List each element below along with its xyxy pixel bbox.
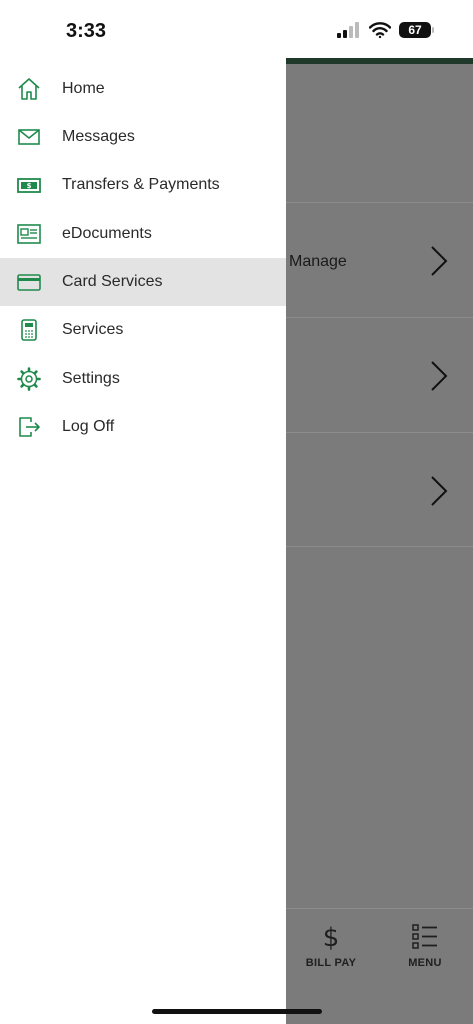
header-accent-bar: [286, 58, 473, 64]
status-icons: 67: [337, 22, 434, 38]
status-time: 3:33: [66, 20, 107, 42]
chevron-right-icon: [431, 361, 448, 391]
background-row[interactable]: [286, 432, 473, 547]
credit-card-icon: [17, 274, 41, 291]
menu-item-label: Transfers & Payments: [62, 176, 220, 193]
menu-item-messages[interactable]: Messages: [0, 113, 286, 161]
menu-item-label: Home: [62, 80, 105, 97]
gear-icon: [17, 367, 41, 391]
menu-item-home[interactable]: Home: [0, 65, 286, 113]
menu-item-transfers-payments[interactable]: $ Transfers & Payments: [0, 161, 286, 209]
menu-item-log-off[interactable]: Log Off: [0, 403, 286, 451]
tab-bill-pay[interactable]: $ BILL PAY: [286, 921, 376, 969]
svg-text:$: $: [27, 182, 32, 190]
tab-label: BILL PAY: [305, 957, 357, 969]
menu-item-edocuments[interactable]: eDocuments: [0, 210, 286, 258]
menu-item-label: Services: [62, 321, 124, 338]
cellular-signal-icon: [337, 22, 359, 38]
dollar-icon: $: [323, 923, 340, 951]
menu-item-label: eDocuments: [62, 225, 152, 242]
svg-text:$: $: [323, 923, 340, 951]
background-row[interactable]: [286, 317, 473, 432]
tab-menu[interactable]: MENU: [380, 921, 470, 969]
navigation-drawer: Home Messages $ Transfers & Payments eDo…: [0, 58, 286, 1024]
chevron-right-icon: [431, 476, 448, 506]
menu-item-label: Settings: [62, 370, 120, 387]
menu-item-label: Card Services: [62, 273, 163, 290]
menu-item-services[interactable]: Services: [0, 306, 286, 354]
money-icon: $: [17, 178, 41, 193]
home-icon: [18, 78, 40, 100]
menu-item-settings[interactable]: Settings: [0, 355, 286, 403]
bottom-tab-bar: $ BILL PAY MENU: [286, 908, 473, 1024]
background-row[interactable]: Manage: [286, 202, 473, 317]
background-row-label: Manage: [289, 253, 347, 270]
home-indicator[interactable]: [152, 1009, 322, 1014]
wifi-icon: [369, 22, 391, 38]
list-icon: [412, 924, 437, 949]
document-icon: [17, 224, 41, 244]
menu-item-label: Log Off: [62, 418, 115, 435]
chevron-right-icon: [431, 246, 448, 276]
menu-item-label: Messages: [62, 128, 135, 145]
calculator-icon: [21, 319, 37, 341]
envelope-icon: [18, 129, 40, 145]
menu-item-card-services[interactable]: Card Services: [0, 258, 286, 306]
status-bar: 3:33 67: [0, 0, 473, 58]
battery-indicator: 67: [399, 22, 434, 38]
tab-label: MENU: [408, 957, 442, 969]
logout-icon: [19, 417, 40, 437]
